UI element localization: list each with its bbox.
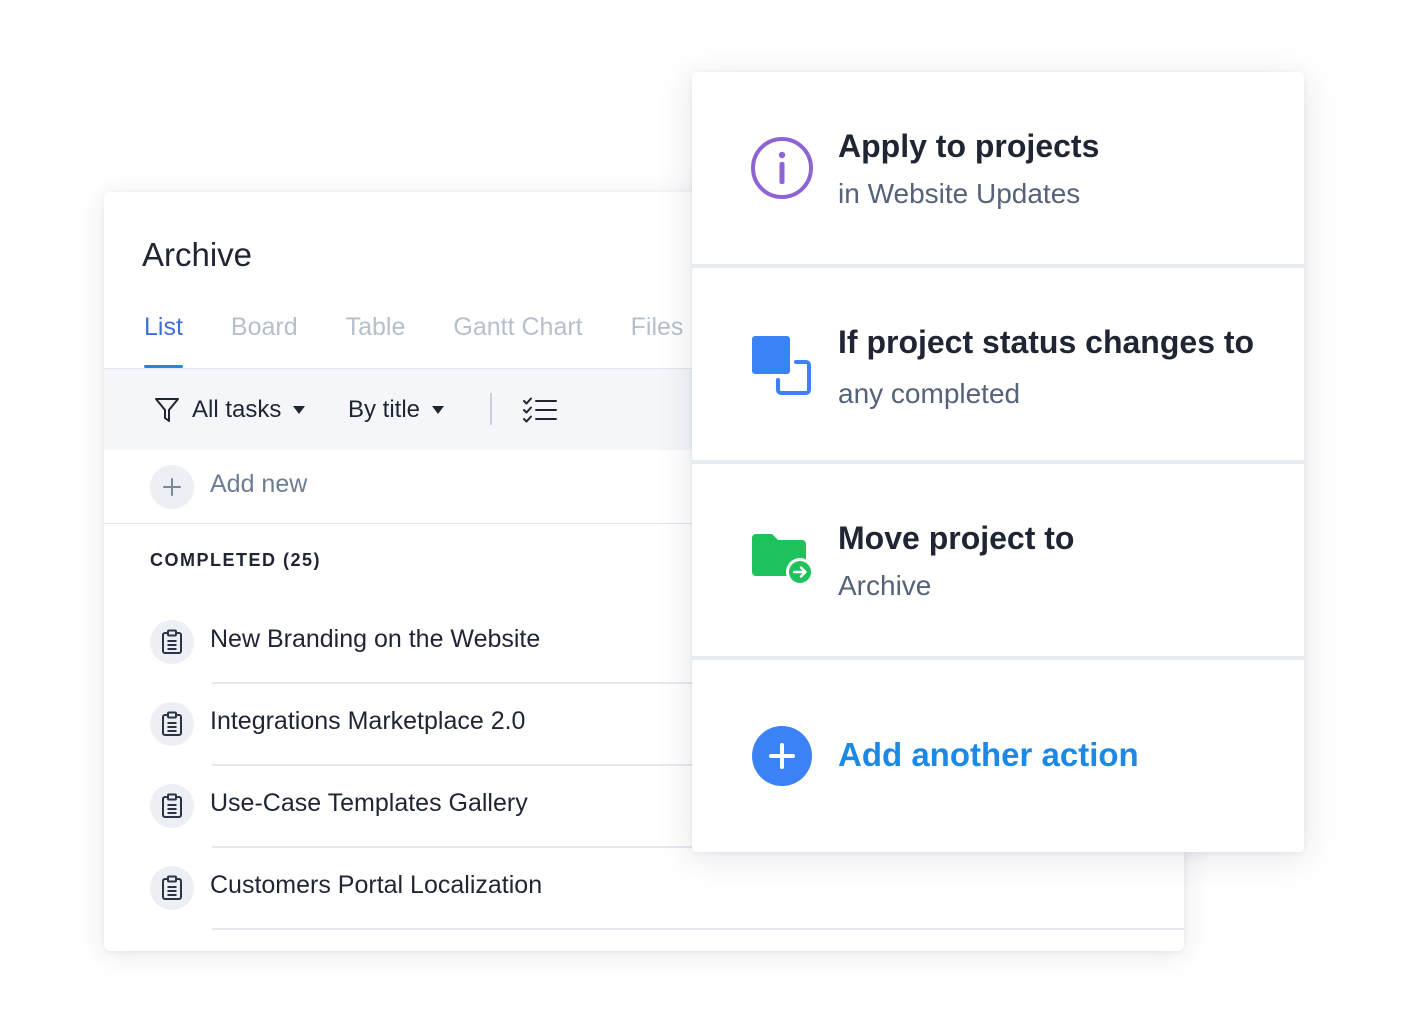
tab-board[interactable]: Board [231, 310, 298, 368]
stage: Archive List Board Table Gantt Chart Fil… [0, 0, 1408, 1024]
plus-icon [162, 477, 182, 497]
add-action-row: Add another action [692, 660, 1304, 852]
tab-list[interactable]: List [144, 310, 183, 368]
section-title: COMPLETED (25) [150, 550, 322, 570]
clipboard-icon [150, 784, 194, 828]
tab-files[interactable]: Files [631, 310, 684, 368]
task-name: Integrations Marketplace 2.0 [210, 707, 526, 735]
filter-label: All tasks [192, 396, 282, 423]
checklist-icon [522, 396, 558, 424]
add-new-button[interactable] [150, 465, 194, 509]
task-name: Use-Case Templates Gallery [210, 789, 528, 817]
clipboard-icon [150, 702, 194, 746]
chevron-down-icon [432, 406, 445, 414]
step-subtitle: in Website Updates [838, 178, 1081, 209]
add-new-label[interactable]: Add new [210, 470, 307, 499]
step-subtitle: Archive [838, 570, 932, 601]
sort-label: By title [348, 396, 421, 423]
automation-step-condition[interactable]: If project status changes to any complet… [692, 268, 1304, 460]
step-title: Move project to [838, 520, 1075, 556]
step-subtitle: any completed [838, 378, 1021, 409]
checklist-toggle[interactable] [522, 369, 558, 451]
tab-gantt-chart[interactable]: Gantt Chart [453, 310, 582, 368]
task-name: New Branding on the Website [210, 625, 541, 653]
sort-dropdown[interactable]: By title [348, 369, 445, 451]
step-title: Apply to projects [838, 128, 1100, 164]
page-title: Archive [142, 236, 253, 273]
automation-step-action[interactable]: Move project to Archive [692, 464, 1304, 656]
toolbar-divider [490, 393, 492, 425]
plus-icon [768, 742, 796, 770]
filter-dropdown[interactable]: All tasks [154, 369, 306, 451]
step-title: If project status changes to [838, 324, 1255, 360]
filter-icon [154, 396, 180, 424]
tab-table[interactable]: Table [346, 310, 406, 368]
automation-step-apply[interactable]: Apply to projects in Website Updates [692, 72, 1304, 264]
list-item[interactable]: Customers Portal Localization [150, 866, 1184, 948]
task-name: Customers Portal Localization [210, 871, 543, 899]
add-action-button[interactable] [752, 726, 812, 786]
clipboard-icon [150, 620, 194, 664]
add-another-action-link[interactable]: Add another action [838, 736, 1139, 774]
row-divider [212, 928, 1184, 930]
automation-panel: Apply to projects in Website Updates If … [692, 72, 1304, 852]
status-change-icon [750, 334, 814, 398]
view-tabs: List Board Table Gantt Chart Files [144, 310, 731, 368]
chevron-down-icon [293, 406, 306, 414]
folder-move-icon [750, 526, 814, 590]
clipboard-icon [150, 866, 194, 910]
info-icon [750, 136, 814, 200]
